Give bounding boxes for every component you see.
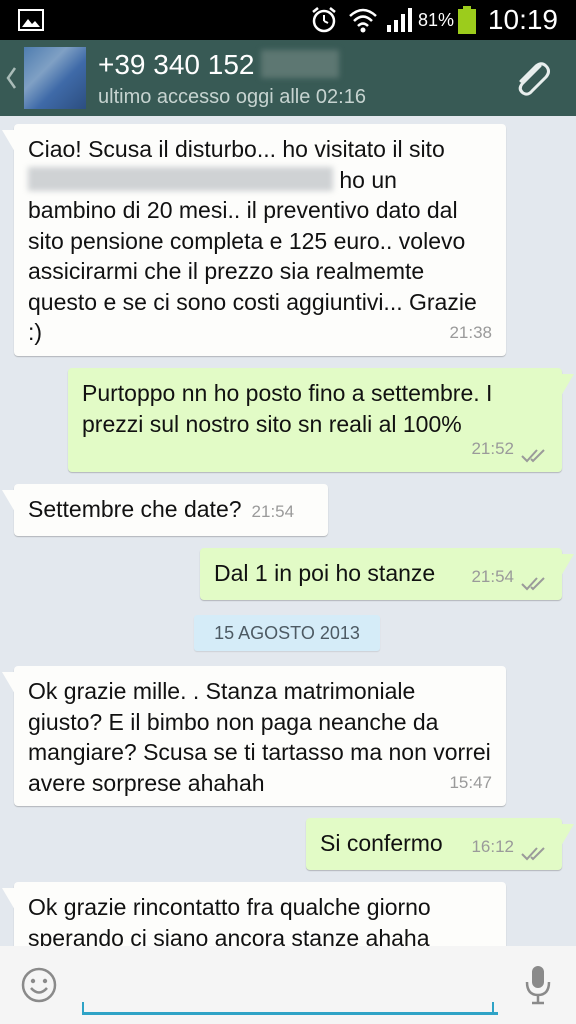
read-ticks-icon <box>521 577 545 591</box>
microphone-icon[interactable] <box>524 964 552 1006</box>
message-time: 21:38 <box>449 322 492 342</box>
chat-header[interactable]: +39 340 152 ultimo accesso oggi alle 02:… <box>0 40 576 116</box>
compose-bar <box>0 946 576 1024</box>
message-bubble-incoming[interactable]: Settembre che date? 21:54 <box>2 484 328 536</box>
message-time: 16:12 <box>471 836 514 856</box>
redacted-number <box>260 50 339 78</box>
message-text: Ciao! Scusa il disturbo... ho visitato i… <box>28 136 477 345</box>
input-underline-left <box>82 1002 84 1012</box>
message-time: 21:52 <box>471 438 514 458</box>
message-bubble-incoming[interactable]: Ciao! Scusa il disturbo... ho visitato i… <box>2 124 506 356</box>
contact-name[interactable]: +39 340 152 <box>98 49 255 80</box>
message-bubble-outgoing[interactable]: Purtoppo nn ho posto fino a settembre. I… <box>68 368 574 472</box>
message-time: 21:54 <box>471 566 514 586</box>
message-bubble-outgoing[interactable]: Si confermo 16:12 <box>306 818 574 870</box>
message-bubble-incoming[interactable]: Ok grazie mille. . Stanza matrimoniale g… <box>2 666 506 806</box>
message-text: Ok grazie rincontatto fra qualche giorno… <box>28 894 431 951</box>
redacted-text <box>28 166 333 191</box>
message-input[interactable] <box>82 960 498 1015</box>
alarm-icon <box>312 7 336 33</box>
message-text: Settembre che date? 21:54 <box>28 496 295 522</box>
message-text: Purtoppo nn ho posto fino a settembre. I… <box>82 380 493 437</box>
emoji-icon[interactable] <box>20 966 58 1004</box>
avatar[interactable] <box>24 47 86 109</box>
input-underline-right <box>492 1002 494 1012</box>
read-ticks-icon <box>521 449 545 463</box>
contact-name-row[interactable]: +39 340 152 <box>98 49 339 81</box>
message-bubble-outgoing[interactable]: Dal 1 in poi ho stanze 21:54 <box>200 548 574 600</box>
battery-icon <box>458 6 476 34</box>
date-separator: 15 AGOSTO 2013 <box>194 615 380 651</box>
wifi-icon <box>349 8 377 33</box>
message-text: Ok grazie mille. . Stanza matrimoniale g… <box>28 678 491 796</box>
battery-percent: 81% <box>418 10 455 30</box>
last-seen: ultimo accesso oggi alle 02:16 <box>98 86 366 108</box>
read-ticks-icon <box>521 847 545 861</box>
back-chevron-icon[interactable] <box>4 62 18 94</box>
signal-icon <box>387 8 412 32</box>
message-time: 15:47 <box>449 772 492 792</box>
clock: 10:19 <box>487 4 558 35</box>
paperclip-icon[interactable] <box>510 56 554 100</box>
image-icon <box>18 9 44 31</box>
status-bar: 81% 10:19 <box>0 0 576 40</box>
message-time: 21:54 <box>251 502 295 521</box>
